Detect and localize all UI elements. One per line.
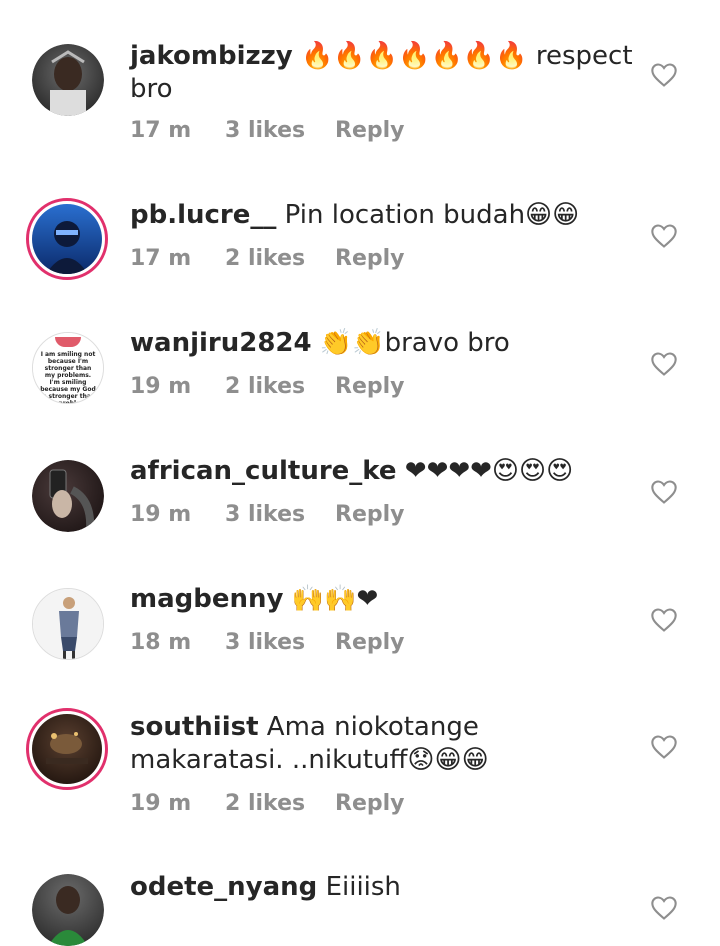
heart-icon[interactable] — [650, 223, 678, 249]
comment-body: 👏👏bravo bro — [319, 328, 510, 358]
comment-username[interactable]: african_culture_ke — [130, 456, 397, 486]
comment-text: odete_nyang Eiiiish — [130, 871, 640, 904]
comment-username[interactable]: wanjiru2824 — [130, 328, 312, 358]
comment-time: 19 m — [130, 374, 192, 399]
comment-username[interactable]: jakombizzy — [130, 41, 293, 71]
comment-time: 19 m — [130, 791, 192, 816]
comment-text: pb.lucre__ Pin location budah😁😁 — [130, 199, 640, 232]
heart-icon[interactable] — [650, 479, 678, 505]
comment-likes[interactable]: 3 likes — [225, 630, 335, 655]
avatar[interactable] — [32, 460, 104, 532]
avatar[interactable] — [26, 198, 108, 280]
comment-body: 🙌🙌❤ — [291, 584, 379, 614]
comment-likes[interactable]: 2 likes — [225, 246, 335, 271]
comment-body: Pin location budah😁😁 — [284, 200, 580, 230]
comment-meta: 19 m 2 likes Reply — [130, 791, 405, 816]
heart-icon[interactable] — [650, 62, 678, 88]
reply-button[interactable]: Reply — [335, 118, 405, 143]
comment-text: magbenny 🙌🙌❤ — [130, 583, 640, 616]
comment-meta: 17 m 2 likes Reply — [130, 246, 405, 271]
avatar[interactable] — [32, 588, 104, 660]
heart-icon[interactable] — [650, 734, 678, 760]
comment-time: 17 m — [130, 246, 192, 271]
comment-time: 18 m — [130, 630, 192, 655]
comment-text: southiist Ama niokotange makaratasi. ..n… — [130, 711, 640, 777]
avatar[interactable] — [32, 874, 104, 946]
comment-meta: 17 m 3 likes Reply — [130, 118, 405, 143]
comment-body: ❤❤❤❤😍😍😍 — [404, 456, 574, 486]
comment-likes[interactable]: 3 likes — [225, 118, 335, 143]
comment-likes[interactable]: 2 likes — [225, 791, 335, 816]
comment-username[interactable]: southiist — [130, 712, 259, 742]
comment-username[interactable]: odete_nyang — [130, 872, 317, 902]
comment-likes[interactable]: 2 likes — [225, 374, 335, 399]
comment-time: 19 m — [130, 502, 192, 527]
heart-icon[interactable] — [650, 351, 678, 377]
reply-button[interactable]: Reply — [335, 630, 405, 655]
comment-username[interactable]: pb.lucre__ — [130, 200, 276, 230]
avatar[interactable]: I am smiling not because I'm stronger th… — [32, 332, 104, 404]
comment-text: wanjiru2824 👏👏bravo bro — [130, 327, 640, 360]
comment-time: 17 m — [130, 118, 192, 143]
comment-meta: 19 m 3 likes Reply — [130, 502, 405, 527]
reply-button[interactable]: Reply — [335, 374, 405, 399]
comment-text: african_culture_ke ❤❤❤❤😍😍😍 — [130, 455, 640, 488]
reply-button[interactable]: Reply — [335, 246, 405, 271]
comment-likes[interactable]: 3 likes — [225, 502, 335, 527]
heart-icon[interactable] — [650, 895, 678, 921]
comment-body: Eiiiish — [325, 872, 401, 902]
comment-username[interactable]: magbenny — [130, 584, 283, 614]
avatar-quote-text: I am smiling not because I'm stronger th… — [40, 351, 96, 403]
comment-text: jakombizzy 🔥🔥🔥🔥🔥🔥🔥 respect bro — [130, 40, 640, 106]
comment-meta: 19 m 2 likes Reply — [130, 374, 405, 399]
reply-button[interactable]: Reply — [335, 502, 405, 527]
reply-button[interactable]: Reply — [335, 791, 405, 816]
heart-icon[interactable] — [650, 607, 678, 633]
comment-meta: 18 m 3 likes Reply — [130, 630, 405, 655]
avatar[interactable] — [26, 708, 108, 790]
avatar[interactable] — [32, 44, 104, 116]
